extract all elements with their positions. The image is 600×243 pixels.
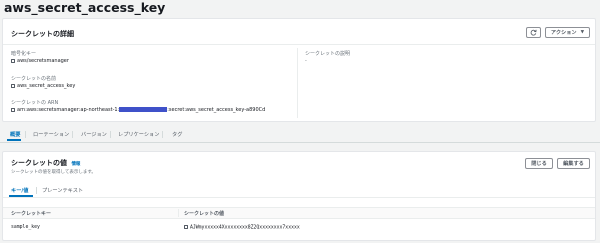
tab-versions[interactable]: バージョン xyxy=(81,131,107,138)
secret-name-value: aws_secret_access_key xyxy=(17,83,76,89)
redacted-account-id xyxy=(119,107,168,112)
close-button[interactable]: 閉じる xyxy=(525,158,553,169)
copy-icon[interactable] xyxy=(11,83,15,88)
info-link[interactable]: 情報 xyxy=(71,162,80,167)
subtab-key-value[interactable]: キー/値 xyxy=(11,187,28,194)
copy-icon[interactable] xyxy=(11,107,15,112)
description-label: シークレットの説明 xyxy=(305,51,351,57)
encryption-key-value: aws/secretsmanager xyxy=(17,58,69,64)
refresh-button[interactable] xyxy=(526,27,541,38)
col-secret-key: シークレットキー xyxy=(11,211,52,217)
arn-suffix: :secret:aws_secret_access_key-a890Cd xyxy=(167,107,266,113)
tab-rotation[interactable]: ローテーション xyxy=(33,131,69,138)
secret-name-label: シークレットの名前 xyxy=(11,76,57,82)
secret-value-title: シークレットの値 xyxy=(11,159,67,167)
copy-icon[interactable] xyxy=(184,225,188,229)
encryption-key-label: 暗号化キー xyxy=(11,51,37,57)
caret-down-icon: ▼ xyxy=(580,30,585,35)
tab-replication[interactable]: レプリケーション xyxy=(118,131,159,138)
subtab-plaintext[interactable]: プレーンテキスト xyxy=(42,187,83,194)
tab-overview[interactable]: 概要 xyxy=(10,131,20,138)
row-value: AJWmyxxxxx4Xxxxxxxxx8Z2Qxxxxxxxx7xxxxx xyxy=(190,225,300,231)
page-title: aws_secret_access_key xyxy=(4,0,166,15)
secret-value-card: シークレットの値 情報 シークレットの値を取得して表示します。 閉じる 編集する… xyxy=(2,151,596,241)
arn-label: シークレットの ARN xyxy=(11,100,59,106)
col-secret-value: シークレットの値 xyxy=(184,211,225,217)
actions-label: アクション xyxy=(550,30,577,36)
detail-tabs: 概要 ローテーション バージョン レプリケーション タグ xyxy=(0,128,600,142)
actions-dropdown[interactable]: アクション ▼ xyxy=(545,27,590,38)
description-value: - xyxy=(305,58,307,64)
secret-value-subtitle: シークレットの値を取得して表示します。 xyxy=(11,170,96,175)
secret-details-card: シークレットの詳細 アクション ▼ 暗号化キー aws/secretsmanag… xyxy=(2,18,596,122)
tab-tags[interactable]: タグ xyxy=(172,131,182,138)
table-header xyxy=(3,207,595,219)
row-key: sample_key xyxy=(11,225,40,230)
arn-prefix: arn:aws:secretsmanager:ap-northeast-1: xyxy=(17,107,120,113)
details-title: シークレットの詳細 xyxy=(11,30,74,38)
edit-button[interactable]: 編集する xyxy=(557,158,590,169)
copy-icon[interactable] xyxy=(11,58,15,63)
refresh-icon xyxy=(530,29,537,36)
